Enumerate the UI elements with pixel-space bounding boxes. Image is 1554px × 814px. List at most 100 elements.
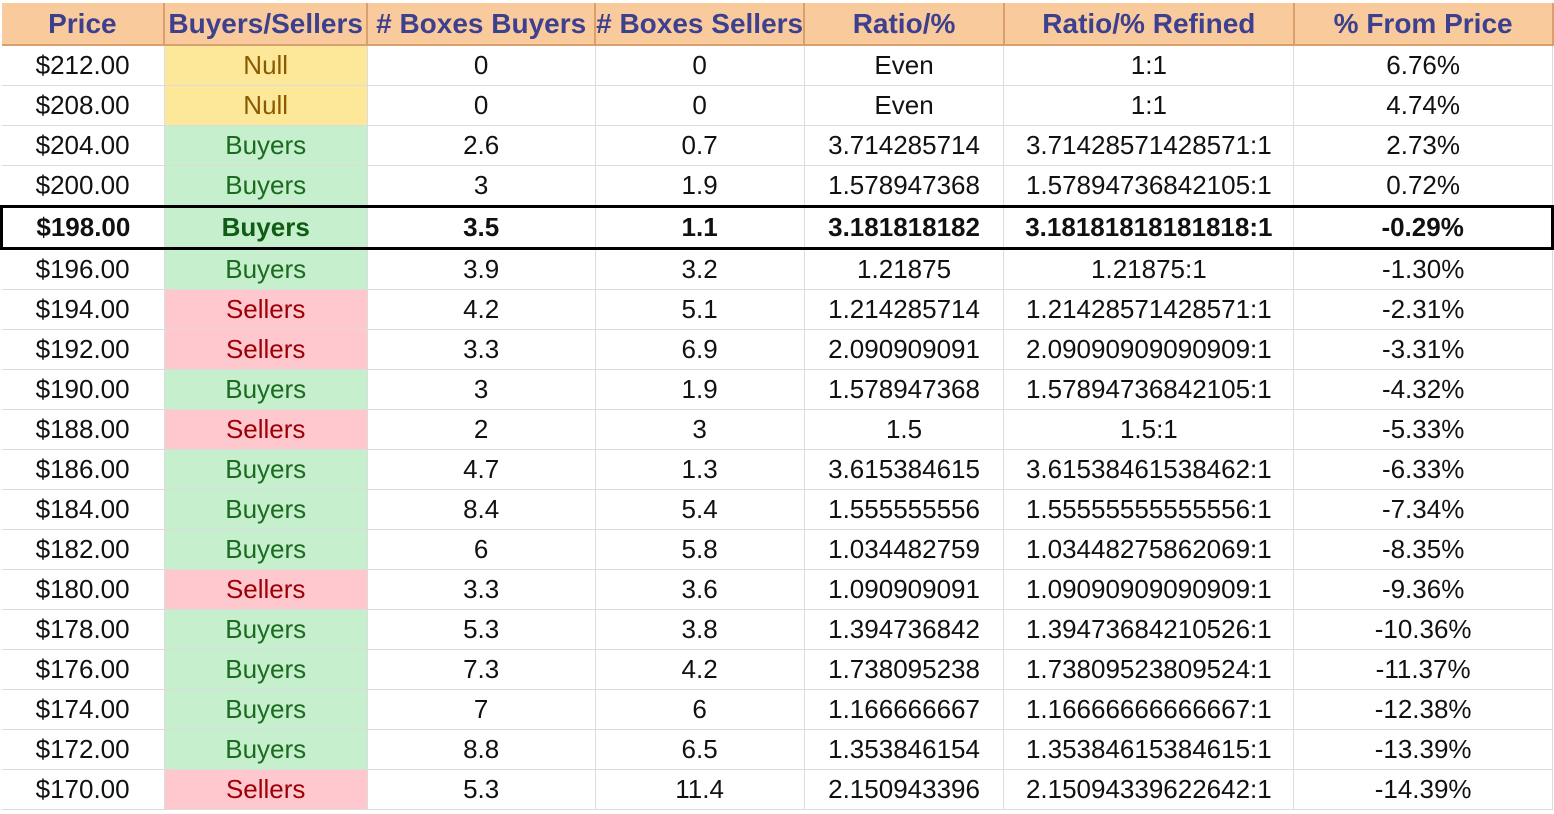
from-price-cell[interactable]: -7.34% — [1293, 489, 1553, 530]
side-cell[interactable]: Buyers — [164, 248, 368, 290]
ratio-refined-cell[interactable]: 1.57894736842105:1 — [1003, 369, 1295, 410]
ratio-refined-cell[interactable]: 1.21428571428571:1 — [1003, 289, 1295, 330]
price-cell[interactable]: $184.00 — [1, 489, 165, 530]
ratio-cell[interactable]: 2.090909091 — [804, 329, 1005, 370]
boxes-sellers-cell[interactable]: 3 — [595, 409, 805, 450]
header-from-price[interactable]: % From Price — [1293, 3, 1554, 46]
ratio-refined-cell[interactable]: 2.15094339622642:1 — [1003, 769, 1295, 810]
side-cell[interactable]: Buyers — [164, 729, 368, 770]
boxes-sellers-cell[interactable]: 5.8 — [595, 529, 805, 570]
price-cell[interactable]: $208.00 — [1, 85, 165, 126]
header-boxes-sellers[interactable]: # Boxes Sellers — [595, 3, 806, 46]
boxes-buyers-cell[interactable]: 0 — [367, 45, 596, 86]
ratio-cell[interactable]: 1.578947368 — [804, 369, 1005, 410]
header-price[interactable]: Price — [1, 3, 166, 46]
ratio-refined-cell[interactable]: 1.09090909090909:1 — [1003, 569, 1295, 610]
from-price-cell[interactable]: -3.31% — [1293, 329, 1553, 370]
price-cell[interactable]: $200.00 — [1, 165, 165, 207]
boxes-sellers-cell[interactable]: 3.6 — [595, 569, 805, 610]
side-cell[interactable]: Buyers — [164, 649, 368, 690]
from-price-cell[interactable]: 4.74% — [1293, 85, 1553, 126]
boxes-buyers-cell[interactable]: 7.3 — [367, 649, 596, 690]
side-cell[interactable]: Sellers — [164, 409, 368, 450]
price-cell[interactable]: $172.00 — [1, 729, 165, 770]
boxes-buyers-cell[interactable]: 5.3 — [367, 769, 596, 810]
from-price-cell[interactable]: 6.76% — [1293, 45, 1553, 86]
ratio-cell[interactable]: 2.150943396 — [804, 769, 1005, 810]
price-cell[interactable]: $182.00 — [1, 529, 165, 570]
price-cell[interactable]: $194.00 — [1, 289, 165, 330]
boxes-buyers-cell[interactable]: 3.5 — [367, 205, 596, 250]
boxes-buyers-cell[interactable]: 2.6 — [367, 125, 596, 166]
header-ratio[interactable]: Ratio/% — [804, 3, 1005, 46]
ratio-refined-cell[interactable]: 1:1 — [1003, 45, 1295, 86]
boxes-sellers-cell[interactable]: 6.9 — [595, 329, 805, 370]
boxes-buyers-cell[interactable]: 6 — [367, 529, 596, 570]
ratio-refined-cell[interactable]: 3.18181818181818:1 — [1003, 205, 1295, 250]
ratio-refined-cell[interactable]: 1.03448275862069:1 — [1003, 529, 1295, 570]
side-cell[interactable]: Buyers — [164, 689, 368, 730]
price-cell[interactable]: $186.00 — [1, 449, 165, 490]
from-price-cell[interactable]: -9.36% — [1293, 569, 1553, 610]
side-cell[interactable]: Buyers — [164, 449, 368, 490]
side-cell[interactable]: Sellers — [164, 769, 368, 810]
from-price-cell[interactable]: 0.72% — [1293, 165, 1553, 207]
ratio-cell[interactable]: 1.090909091 — [804, 569, 1005, 610]
boxes-buyers-cell[interactable]: 5.3 — [367, 609, 596, 650]
boxes-buyers-cell[interactable]: 0 — [367, 85, 596, 126]
header-buyers-sellers[interactable]: Buyers/Sellers — [164, 3, 369, 46]
price-cell[interactable]: $212.00 — [1, 45, 165, 86]
boxes-sellers-cell[interactable]: 4.2 — [595, 649, 805, 690]
price-cell[interactable]: $178.00 — [1, 609, 165, 650]
side-cell[interactable]: Null — [164, 85, 368, 126]
ratio-cell[interactable]: 1.555555556 — [804, 489, 1005, 530]
boxes-sellers-cell[interactable]: 6 — [595, 689, 805, 730]
boxes-sellers-cell[interactable]: 3.8 — [595, 609, 805, 650]
from-price-cell[interactable]: -13.39% — [1293, 729, 1553, 770]
price-cell[interactable]: $180.00 — [1, 569, 165, 610]
price-cell[interactable]: $192.00 — [1, 329, 165, 370]
boxes-buyers-cell[interactable]: 8.8 — [367, 729, 596, 770]
ratio-cell[interactable]: 1.394736842 — [804, 609, 1005, 650]
boxes-sellers-cell[interactable]: 0.7 — [595, 125, 805, 166]
ratio-cell[interactable]: 3.714285714 — [804, 125, 1005, 166]
ratio-cell[interactable]: 3.615384615 — [804, 449, 1005, 490]
ratio-cell[interactable]: Even — [804, 85, 1005, 126]
price-cell[interactable]: $190.00 — [1, 369, 165, 410]
side-cell[interactable]: Buyers — [164, 369, 368, 410]
boxes-buyers-cell[interactable]: 4.2 — [367, 289, 596, 330]
ratio-refined-cell[interactable]: 1.16666666666667:1 — [1003, 689, 1295, 730]
from-price-cell[interactable]: 2.73% — [1293, 125, 1553, 166]
boxes-sellers-cell[interactable]: 11.4 — [595, 769, 805, 810]
boxes-sellers-cell[interactable]: 0 — [595, 45, 805, 86]
price-cell[interactable]: $196.00 — [1, 248, 165, 290]
from-price-cell[interactable]: -12.38% — [1293, 689, 1553, 730]
side-cell[interactable]: Buyers — [164, 165, 368, 207]
ratio-cell[interactable]: 1.578947368 — [804, 165, 1005, 207]
from-price-cell[interactable]: -8.35% — [1293, 529, 1553, 570]
boxes-buyers-cell[interactable]: 4.7 — [367, 449, 596, 490]
ratio-refined-cell[interactable]: 1.55555555555556:1 — [1003, 489, 1295, 530]
boxes-buyers-cell[interactable]: 3 — [367, 369, 596, 410]
boxes-buyers-cell[interactable]: 3.9 — [367, 248, 596, 290]
price-cell[interactable]: $170.00 — [1, 769, 165, 810]
ratio-refined-cell[interactable]: 1.39473684210526:1 — [1003, 609, 1295, 650]
from-price-cell[interactable]: -14.39% — [1293, 769, 1553, 810]
boxes-buyers-cell[interactable]: 8.4 — [367, 489, 596, 530]
boxes-sellers-cell[interactable]: 1.3 — [595, 449, 805, 490]
ratio-refined-cell[interactable]: 3.71428571428571:1 — [1003, 125, 1295, 166]
ratio-refined-cell[interactable]: 1.57894736842105:1 — [1003, 165, 1295, 207]
header-boxes-buyers[interactable]: # Boxes Buyers — [367, 3, 597, 46]
price-cell[interactable]: $204.00 — [1, 125, 165, 166]
ratio-refined-cell[interactable]: 1.35384615384615:1 — [1003, 729, 1295, 770]
boxes-sellers-cell[interactable]: 5.4 — [595, 489, 805, 530]
boxes-buyers-cell[interactable]: 3.3 — [367, 569, 596, 610]
boxes-sellers-cell[interactable]: 6.5 — [595, 729, 805, 770]
ratio-refined-cell[interactable]: 3.61538461538462:1 — [1003, 449, 1295, 490]
from-price-cell[interactable]: -5.33% — [1293, 409, 1553, 450]
price-cell[interactable]: $188.00 — [1, 409, 165, 450]
side-cell[interactable]: Sellers — [164, 329, 368, 370]
price-cell[interactable]: $174.00 — [1, 689, 165, 730]
ratio-refined-cell[interactable]: 1:1 — [1003, 85, 1295, 126]
from-price-cell[interactable]: -1.30% — [1293, 248, 1553, 290]
